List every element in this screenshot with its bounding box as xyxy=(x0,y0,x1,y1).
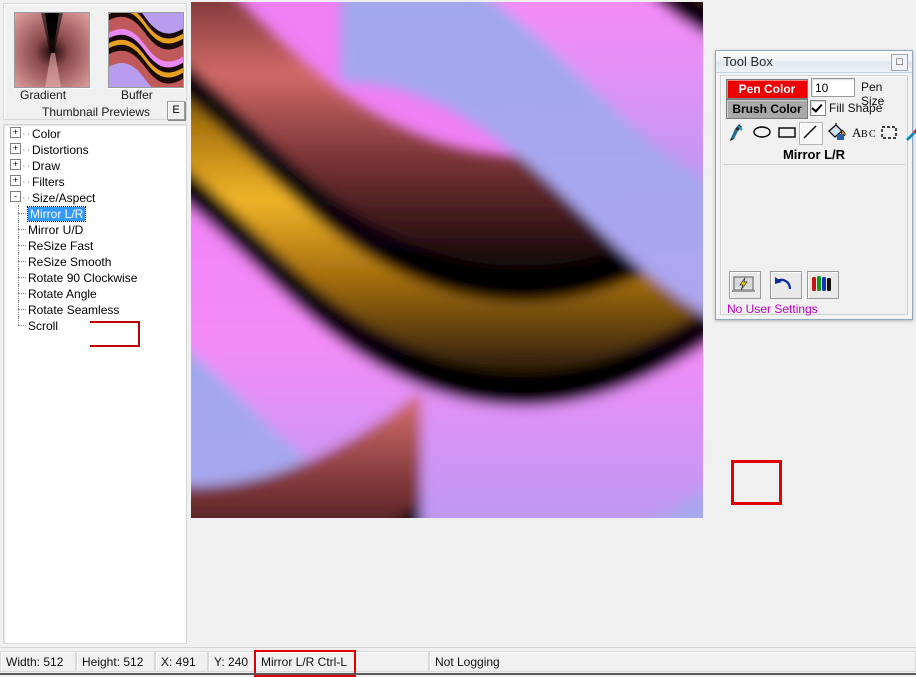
svg-text:C: C xyxy=(869,129,876,140)
tree-row[interactable]: Rotate Angle xyxy=(4,285,186,301)
tree-row[interactable]: Scroll xyxy=(4,317,186,333)
plasma-fractal-image xyxy=(191,2,703,518)
expand-previews-button[interactable]: E xyxy=(167,101,185,120)
tree-dots: ·· xyxy=(22,143,32,156)
toolbox-title: Tool Box xyxy=(723,54,773,69)
tree-node-rotate-90-clockwise[interactable]: Rotate 90 Clockwise xyxy=(28,271,137,285)
tree-connector-stub xyxy=(18,317,28,333)
undo-button[interactable] xyxy=(770,271,802,299)
effect-settings-area xyxy=(723,165,905,275)
line-icon[interactable] xyxy=(799,122,823,145)
gradient-thumbnail-label: Gradient xyxy=(20,88,67,102)
tree-row[interactable]: Rotate Seamless xyxy=(4,301,186,317)
gradient-thumbnail[interactable] xyxy=(14,12,90,88)
palette-button[interactable] xyxy=(807,271,839,299)
tree-row[interactable]: Rotate 90 Clockwise xyxy=(4,269,186,285)
tree-node-scroll[interactable]: Scroll xyxy=(28,319,58,333)
paintbrush-icon[interactable] xyxy=(726,122,748,143)
tree-expander-color[interactable]: + xyxy=(10,127,21,139)
tree-dots: ·· xyxy=(22,159,32,172)
tree-expander-filters[interactable]: + xyxy=(10,175,21,187)
tree-node-resize-fast[interactable]: ReSize Fast xyxy=(28,239,93,253)
tree-connector-stub xyxy=(18,285,28,301)
tree-node-resize-smooth[interactable]: ReSize Smooth xyxy=(28,255,111,269)
toolbox-titlebar[interactable]: Tool Box ☐ xyxy=(716,51,912,73)
status-bar: Width: 512 Height: 512 X: 491 Y: 240 Mir… xyxy=(0,647,916,677)
tree-expander-draw[interactable]: + xyxy=(10,159,21,171)
status-logging: Not Logging xyxy=(429,651,916,672)
tree-node-distortions[interactable]: Distortions xyxy=(32,143,89,157)
tree-row[interactable]: - ··Size/Aspect xyxy=(4,189,186,205)
tool-icon-row: A B C xyxy=(726,122,916,145)
tree-expander-size-aspect[interactable]: - xyxy=(10,191,21,203)
pen-row: Pen Color 10 Pen Size xyxy=(721,76,907,108)
toolbox-window[interactable]: Tool Box ☐ Pen Color 10 Pen Size Brush C… xyxy=(715,50,916,505)
buffer-thumbnail-label: Buffer xyxy=(121,88,153,102)
tree-node-rotate-angle[interactable]: Rotate Angle xyxy=(28,287,97,301)
rectangle-icon[interactable] xyxy=(776,122,798,143)
effects-tree[interactable]: + ··Color + ··Distortions + ··Draw + ··Filters -… xyxy=(3,124,187,644)
pen-color-button[interactable]: Pen Color xyxy=(726,79,808,99)
tree-node-filters[interactable]: Filters xyxy=(32,175,65,189)
paint-bucket-icon[interactable] xyxy=(826,122,848,143)
tree-connector-stub xyxy=(18,301,28,317)
tree-connector-stub xyxy=(18,221,28,237)
tree-connector-stub xyxy=(18,253,28,269)
eyedropper-icon[interactable] xyxy=(902,122,916,143)
status-cursor-y: Y: 240 xyxy=(208,651,255,672)
tree-row[interactable]: + ··Filters xyxy=(4,173,186,189)
left-panel: Gradient Buffer Thumbnail Previews E + ··… xyxy=(0,0,188,648)
buffer-thumbnail[interactable] xyxy=(108,12,184,88)
tree-row[interactable]: ReSize Fast xyxy=(4,237,186,253)
tree-row[interactable]: + ··Draw xyxy=(4,157,186,173)
tree-dots: ·· xyxy=(22,175,32,188)
pen-size-input[interactable]: 10 xyxy=(811,78,855,97)
tree-node-mirror-l-r[interactable]: Mirror L/R xyxy=(26,205,87,222)
brush-row: Brush Color Fill Shape xyxy=(721,98,907,120)
apply-effect-button[interactable] xyxy=(729,271,761,299)
tree-node-rotate-seamless[interactable]: Rotate Seamless xyxy=(28,303,119,317)
selection-icon[interactable] xyxy=(878,122,900,143)
fill-shape-checkbox[interactable] xyxy=(810,100,826,116)
tree-node-size-aspect[interactable]: Size/Aspect xyxy=(32,191,95,205)
brush-color-button[interactable]: Brush Color xyxy=(726,99,808,119)
tree-node-draw[interactable]: Draw xyxy=(32,159,60,173)
ellipse-icon[interactable] xyxy=(751,122,773,143)
tree-node-color[interactable]: Color xyxy=(32,127,61,141)
tree-dots: ·· xyxy=(22,127,32,140)
tree-row[interactable]: Mirror U/D xyxy=(4,221,186,237)
tree-connector-stub xyxy=(18,237,28,253)
tree-row[interactable]: + ··Color xyxy=(4,125,186,141)
close-icon[interactable]: ☐ xyxy=(891,54,908,71)
no-user-settings-label: No User Settings xyxy=(727,302,818,316)
tree-connector-stub xyxy=(18,205,28,221)
thumbnail-previews-panel: Gradient Buffer Thumbnail Previews E xyxy=(3,3,187,120)
image-canvas[interactable] xyxy=(191,2,703,518)
buffer-thumbnail-image xyxy=(109,13,183,87)
tree-node-mirror-u-d[interactable]: Mirror U/D xyxy=(28,223,83,237)
status-width: Width: 512 xyxy=(0,651,76,672)
status-action: Mirror L/R Ctrl-L xyxy=(255,651,429,672)
text-abc-icon[interactable]: A B C xyxy=(851,122,876,143)
effect-header: Mirror L/R xyxy=(723,146,905,165)
status-height: Height: 512 xyxy=(76,651,155,672)
fill-shape-label: Fill Shape xyxy=(829,101,883,115)
thumbnail-previews-title: Thumbnail Previews xyxy=(42,105,151,119)
toolbox-body: Pen Color 10 Pen Size Brush Color Fill S… xyxy=(720,75,916,505)
tree-row[interactable]: + ··Distortions xyxy=(4,141,186,157)
svg-text:B: B xyxy=(861,129,868,140)
tree-connector-stub xyxy=(18,269,28,285)
status-cursor-x: X: 491 xyxy=(155,651,208,672)
tree-row[interactable]: Mirror L/R xyxy=(4,205,186,222)
gradient-thumbnail-image xyxy=(15,13,89,87)
tree-dots: ·· xyxy=(22,191,32,204)
annotation-apply-button xyxy=(731,460,782,505)
tree-row[interactable]: ReSize Smooth xyxy=(4,253,186,269)
tree-expander-distortions[interactable]: + xyxy=(10,143,21,155)
